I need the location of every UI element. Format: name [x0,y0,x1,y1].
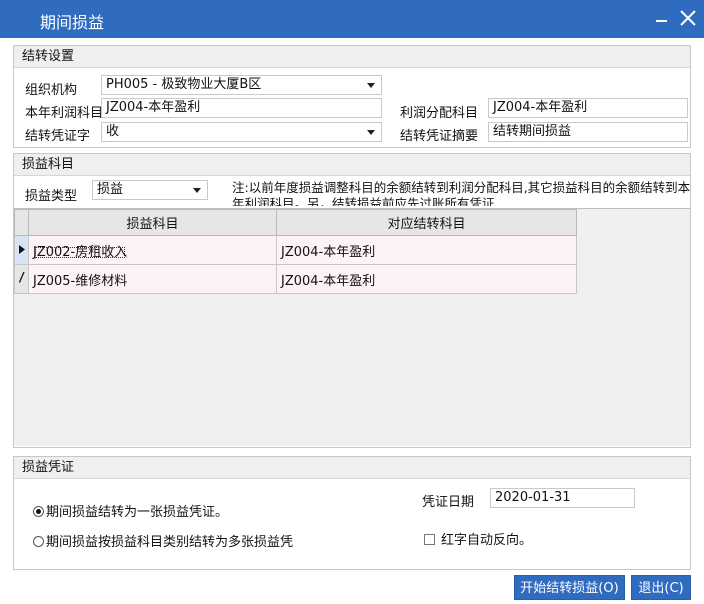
table-cell[interactable]: JZ004-本年盈利 [276,264,577,294]
pl-type-select[interactable]: 损益 [92,180,208,200]
voucher-date-label: 凭证日期 [422,495,475,510]
table-cell[interactable]: JZ004-本年盈利 [276,235,577,265]
voucher-type-value: 收 [106,124,120,139]
table-header-row: 损益科目 对应结转科目 [14,209,577,236]
row-header[interactable] [14,264,29,294]
column-header-target[interactable]: 对应结转科目 [276,209,577,236]
pencil-icon [18,271,25,283]
option-multi-label: 期间损益按损益科目类别结转为多张损益凭 [46,535,294,550]
column-header-account[interactable]: 损益科目 [28,209,277,236]
table-cell[interactable]: JZ005-维修材料 [28,264,277,294]
option-multi-voucher[interactable]: 期间损益按损益科目类别结转为多张损益凭 [33,531,293,550]
distribution-account-field[interactable]: JZ004-本年盈利 [488,98,688,118]
voucher-type-select[interactable]: 收 [101,122,382,142]
voucher-type-label: 结转凭证字 [25,129,91,144]
radio-unselected-icon[interactable] [33,536,44,547]
voucher-date-value: 2020-01-31 [495,490,571,505]
pl-accounts-grid[interactable]: 损益科目 对应结转科目 JZ002-房租收入 JZ004-本年盈利 JZ005- [14,208,690,446]
distribution-account-value: JZ004-本年盈利 [493,100,588,115]
voucher-summary-value: 结转期间损益 [493,124,572,139]
radio-selected-icon[interactable] [33,506,44,517]
table-row[interactable]: JZ002-房租收入 JZ004-本年盈利 [14,235,577,265]
row-header-corner [14,209,29,236]
pl-voucher-header: 损益凭证 [14,457,690,479]
current-row-icon [18,244,25,254]
exit-button[interactable]: 退出(C) [631,575,691,600]
pl-type-value: 损益 [97,182,124,197]
chevron-down-icon[interactable] [193,188,201,193]
checkbox-icon[interactable] [424,534,435,545]
red-reverse-option[interactable]: 红字自动反向。 [424,529,532,548]
distribution-account-label: 利润分配科目 [400,106,479,121]
transfer-settings-panel: 结转设置 组织机构 PH005 - 极致物业大厦B区 本年利润科目 JZ004-… [13,45,691,148]
voucher-date-field[interactable]: 2020-01-31 [490,488,635,508]
red-reverse-label: 红字自动反向。 [441,533,533,548]
title-bar: 期间损益 [0,0,704,38]
profit-account-value: JZ004-本年盈利 [106,100,201,115]
pl-accounts-table: 损益科目 对应结转科目 JZ002-房租收入 JZ004-本年盈利 JZ005- [14,209,577,294]
org-value: PH005 - 极致物业大厦B区 [106,77,262,92]
profit-account-label: 本年利润科目 [25,106,104,121]
voucher-summary-field[interactable]: 结转期间损益 [488,122,688,142]
chevron-down-icon[interactable] [367,130,375,135]
option-single-label: 期间损益结转为一张损益凭证。 [46,505,229,520]
org-label: 组织机构 [25,83,78,98]
close-icon[interactable] [676,6,700,30]
start-transfer-button[interactable]: 开始结转损益(O) [514,575,625,600]
cell-text: JZ002-房租收入 [33,244,128,260]
transfer-settings-header: 结转设置 [14,46,690,68]
pl-note: 注:以前年度损益调整科目的余额结转到利润分配科目,其它损益科目的余额结转到本年利… [232,180,691,206]
pl-accounts-panel: 损益科目 损益类型 损益 注:以前年度损益调整科目的余额结转到利润分配科目,其它… [13,153,691,448]
row-header[interactable] [14,235,29,265]
minimize-icon[interactable] [651,6,675,30]
chevron-down-icon[interactable] [367,83,375,88]
table-cell[interactable]: JZ002-房租收入 [28,235,277,265]
org-select[interactable]: PH005 - 极致物业大厦B区 [101,75,382,95]
pl-accounts-header: 损益科目 [14,154,690,176]
pl-type-label: 损益类型 [25,189,78,204]
table-row[interactable]: JZ005-维修材料 JZ004-本年盈利 [14,264,577,294]
voucher-summary-label: 结转凭证摘要 [400,129,479,144]
pl-voucher-panel: 损益凭证 期间损益结转为一张损益凭证。 期间损益按损益科目类别结转为多张损益凭 … [13,456,691,570]
profit-account-field[interactable]: JZ004-本年盈利 [101,98,382,118]
option-single-voucher[interactable]: 期间损益结转为一张损益凭证。 [33,501,228,520]
window-title: 期间损益 [40,13,105,32]
